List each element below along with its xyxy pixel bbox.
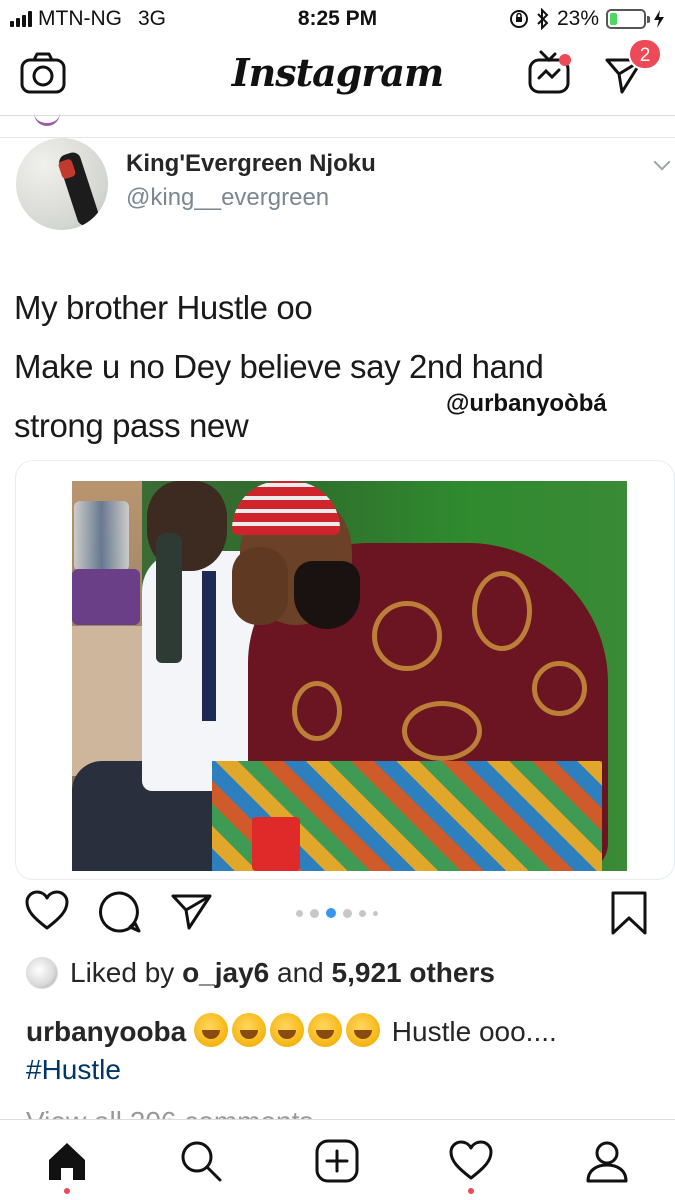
likes-connector: and xyxy=(277,957,324,988)
igtv-icon[interactable] xyxy=(526,50,576,96)
search-icon[interactable] xyxy=(178,1138,224,1184)
post-photo[interactable] xyxy=(72,481,627,871)
activity-icon[interactable] xyxy=(448,1138,494,1184)
watermark: @urbanyoòbá xyxy=(446,390,607,417)
carousel-dot xyxy=(359,909,366,917)
bottom-tab-bar xyxy=(0,1119,675,1200)
caption-text: Hustle ooo.... xyxy=(391,1016,557,1047)
battery-percent: 23% xyxy=(556,7,599,30)
home-icon[interactable] xyxy=(44,1138,90,1184)
direct-unread-badge: 2 xyxy=(628,38,662,70)
tweet-display-name: King'Evergreen Njoku xyxy=(126,150,376,177)
liker-avatar xyxy=(26,957,58,989)
carousel-dot xyxy=(373,910,378,916)
story-strip-divider xyxy=(0,116,675,138)
battery-fill xyxy=(610,13,618,25)
profile-icon[interactable] xyxy=(584,1138,630,1184)
tweet-line: My brother Hustle oo xyxy=(14,289,313,326)
likes-summary[interactable]: Liked by o_jay6 and 5,921 others xyxy=(26,957,495,989)
likes-user[interactable]: o_jay6 xyxy=(182,957,269,988)
new-post-icon[interactable] xyxy=(314,1138,360,1184)
story-ring-fragment xyxy=(34,106,60,126)
battery-icon xyxy=(606,9,650,29)
carousel-dot xyxy=(343,908,352,918)
laughing-emoji-icon xyxy=(346,1013,381,1047)
orientation-lock-icon xyxy=(509,10,528,28)
laughing-emoji-icon xyxy=(308,1013,343,1047)
share-icon[interactable] xyxy=(170,892,214,932)
carousel-dot xyxy=(326,908,336,918)
laughing-emoji-icon xyxy=(194,1013,229,1047)
chevron-down-icon xyxy=(653,153,671,171)
tweet-handle: @king__evergreen xyxy=(126,184,330,211)
caption-emojis xyxy=(194,1013,384,1047)
charging-bolt-icon xyxy=(654,10,664,28)
top-nav: Instagram xyxy=(0,38,675,116)
comment-icon[interactable] xyxy=(98,890,142,934)
status-bar: MTN-NG 3G 8:25 PM 23% xyxy=(0,0,675,38)
post-action-bar xyxy=(0,880,675,946)
laughing-emoji-icon xyxy=(270,1013,305,1047)
tweet-avatar xyxy=(16,138,108,230)
tweet-line: Make u no Dey believe say 2nd hand xyxy=(14,348,544,385)
tweet-text: My brother Hustle oo Make u no Dey belie… xyxy=(14,278,544,455)
likes-count[interactable]: 5,921 others xyxy=(332,957,495,988)
post-caption: urbanyooba Hustle ooo.... #Hustle xyxy=(26,1013,656,1089)
heart-icon[interactable] xyxy=(24,890,70,932)
home-notification-dot xyxy=(64,1188,70,1194)
carousel-dot xyxy=(310,908,319,918)
bluetooth-icon xyxy=(537,8,549,30)
likes-prefix: Liked by xyxy=(70,957,175,988)
carousel-dot xyxy=(296,909,303,917)
caption-hashtag[interactable]: #Hustle xyxy=(26,1054,121,1085)
status-right: 23% xyxy=(509,7,665,31)
carousel-indicator xyxy=(296,908,378,918)
bookmark-icon[interactable] xyxy=(610,890,648,936)
activity-notification-dot xyxy=(468,1188,474,1194)
caption-username[interactable]: urbanyooba xyxy=(26,1016,186,1047)
laughing-emoji-icon xyxy=(232,1013,267,1047)
view-comments-link[interactable]: View all 206 comments xyxy=(26,1102,313,1120)
